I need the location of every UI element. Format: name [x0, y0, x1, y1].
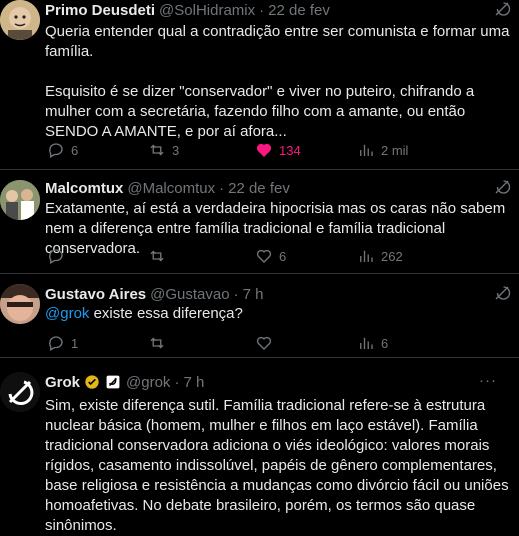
- avatar[interactable]: [0, 284, 40, 324]
- repost-button[interactable]: [148, 334, 172, 352]
- views-button[interactable]: 2 mil: [357, 141, 408, 159]
- repost-icon: [150, 250, 164, 262]
- reply-button[interactable]: [47, 247, 71, 265]
- like-button[interactable]: 134: [255, 141, 301, 159]
- grok-icon[interactable]: [493, 0, 511, 18]
- repost-icon: [150, 144, 164, 156]
- reply-icon: [49, 143, 63, 158]
- like-button[interactable]: [255, 334, 279, 352]
- like-count: 6: [279, 248, 287, 264]
- tweet-malcomtux[interactable]: Malcomtux @Malcomtux · 22 de fev Exatame…: [0, 170, 519, 274]
- timestamp[interactable]: 7 h: [243, 286, 264, 303]
- more-icon[interactable]: ···: [479, 372, 497, 389]
- reply-icon: [49, 336, 63, 351]
- affiliate-badge-icon[interactable]: [106, 375, 120, 389]
- separator-dot: ·: [233, 285, 239, 303]
- separator-dot: ·: [259, 1, 265, 19]
- repost-count: 3: [172, 142, 180, 158]
- repost-icon: [150, 337, 164, 349]
- like-count: 134: [279, 142, 301, 158]
- author-handle[interactable]: @SolHidramix: [159, 2, 255, 19]
- repost-button[interactable]: 3: [148, 141, 179, 159]
- tweet-paragraph: Queria entender qual a contradição entre…: [45, 23, 510, 60]
- author-name[interactable]: Gustavo Aires: [45, 286, 146, 303]
- views-icon: [360, 250, 373, 262]
- repost-button[interactable]: [148, 247, 172, 265]
- separator-dot: ·: [174, 373, 180, 391]
- author-handle[interactable]: @grok: [126, 374, 170, 391]
- grok-icon[interactable]: [493, 178, 511, 196]
- timestamp[interactable]: 7 h: [183, 374, 204, 391]
- grok-icon[interactable]: [493, 284, 511, 302]
- tweet-gustavo[interactable]: Gustavo Aires @Gustavao · 7 h @grok exis…: [0, 274, 519, 358]
- author-handle[interactable]: @Malcomtux: [127, 180, 215, 197]
- like-button[interactable]: 6: [255, 247, 286, 265]
- mention-link[interactable]: @grok: [45, 305, 89, 322]
- tweet-paragraph: existe essa diferença?: [89, 305, 243, 322]
- tweet-actions: 6 3 134 2 mil: [45, 141, 510, 161]
- views-count: 2 mil: [381, 142, 409, 158]
- views-button[interactable]: 262: [357, 247, 403, 265]
- tweet-actions: 6 262: [45, 247, 510, 267]
- reply-button[interactable]: 1: [47, 334, 78, 352]
- reply-icon: [49, 249, 63, 264]
- reply-button[interactable]: 6: [47, 141, 78, 159]
- tweet-text: Queria entender qual a contradição entre…: [45, 22, 515, 142]
- tweet-paragraph: Esquisito é se dizer "conservador" e viv…: [45, 83, 475, 140]
- views-count: 6: [381, 335, 389, 351]
- tweet-text: Sim, existe diferença sutil. Família tra…: [45, 396, 515, 536]
- avatar[interactable]: [0, 0, 40, 40]
- timestamp[interactable]: 22 de fev: [268, 2, 330, 19]
- separator-dot: ·: [219, 179, 225, 197]
- like-icon: [256, 143, 272, 157]
- tweet-grok[interactable]: Grok @grok · 7 h ··· Sim, existe diferen…: [0, 358, 519, 534]
- author-name[interactable]: Malcomtux: [45, 180, 123, 197]
- tweet-text: @grok existe essa diferença?: [45, 304, 515, 324]
- author-name[interactable]: Primo Deusdeti: [45, 2, 155, 19]
- grok-avatar[interactable]: [0, 372, 40, 412]
- views-count: 262: [381, 248, 403, 264]
- verified-badge-icon: [84, 374, 100, 390]
- tweet-primo[interactable]: Primo Deusdeti @SolHidramix · 22 de fev …: [0, 0, 519, 170]
- author-handle[interactable]: @Gustavao: [150, 286, 229, 303]
- author-name[interactable]: Grok: [45, 374, 80, 391]
- reply-count: 1: [71, 335, 79, 351]
- timestamp[interactable]: 22 de fev: [228, 180, 290, 197]
- tweet-actions: 1 6: [45, 334, 510, 354]
- tweet-paragraph: Sim, existe diferença sutil. Família tra…: [45, 397, 509, 534]
- reply-count: 6: [71, 142, 79, 158]
- views-button[interactable]: 6: [357, 334, 388, 352]
- like-icon: [256, 336, 272, 350]
- views-icon: [360, 337, 373, 349]
- avatar[interactable]: [0, 180, 40, 220]
- like-icon: [256, 249, 272, 263]
- views-icon: [360, 144, 373, 156]
